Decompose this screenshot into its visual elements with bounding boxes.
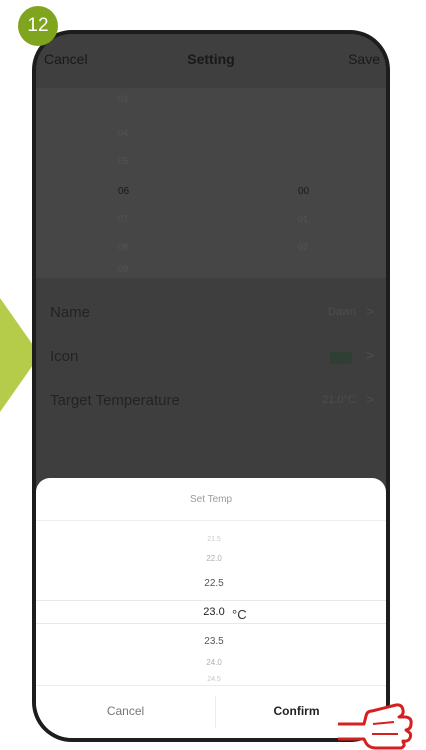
- temp-option[interactable]: 24.0: [194, 658, 234, 667]
- minute-option[interactable]: 02: [298, 242, 308, 252]
- time-picker[interactable]: 03 04 05 06 00 07 01 08 02 09: [36, 88, 386, 278]
- minute-option[interactable]: 01: [298, 214, 308, 224]
- temp-option[interactable]: 21.5: [194, 536, 234, 543]
- hour-option[interactable]: 09: [118, 264, 128, 274]
- chevron-right-icon: >: [365, 347, 374, 363]
- scene-icon: [330, 352, 352, 364]
- divider: [36, 520, 386, 521]
- pointing-hand-icon: [338, 703, 413, 750]
- sheet-cancel-button[interactable]: Cancel: [36, 704, 215, 718]
- temp-unit: °C: [232, 607, 247, 622]
- sheet-footer: Cancel Confirm: [36, 685, 386, 738]
- icon-label: Icon: [50, 348, 79, 365]
- target-temperature-value: 21.0°C: [322, 394, 356, 406]
- hour-option[interactable]: 04: [118, 128, 128, 138]
- top-bar: Cancel Setting Save: [36, 34, 386, 88]
- temp-option-selected[interactable]: 23.0: [194, 606, 234, 618]
- sheet-title: Set Temp: [189, 494, 233, 505]
- chevron-right-icon: >: [365, 391, 374, 407]
- name-row[interactable]: Name Dawn >: [36, 294, 386, 334]
- hour-option[interactable]: 03: [118, 94, 128, 104]
- target-temperature-label: Target Temperature: [50, 392, 180, 409]
- save-button[interactable]: Save: [348, 51, 380, 67]
- name-label: Name: [50, 304, 91, 321]
- minute-option-selected[interactable]: 00: [298, 186, 309, 197]
- name-value: Dawn: [327, 306, 356, 318]
- temp-option[interactable]: 24.5: [194, 676, 234, 683]
- step-badge: 12: [18, 6, 58, 46]
- target-temperature-row[interactable]: Target Temperature 21.0°C >: [36, 382, 386, 422]
- temp-option[interactable]: 22.0: [194, 554, 234, 563]
- icon-row[interactable]: Icon >: [36, 338, 386, 378]
- hour-option[interactable]: 08: [118, 242, 128, 252]
- hour-option-selected[interactable]: 06: [118, 186, 129, 197]
- settings-list: Name Dawn > Icon > Target Temperature 21…: [36, 278, 386, 478]
- chevron-right-icon: >: [365, 303, 374, 319]
- page-title: Setting: [187, 51, 235, 67]
- temp-option[interactable]: 23.5: [194, 636, 234, 647]
- phone-frame: Cancel Setting Save 03 04 05 06 00 07 01…: [32, 30, 390, 742]
- hour-option[interactable]: 07: [118, 214, 128, 224]
- temp-option[interactable]: 22.5: [194, 578, 234, 589]
- hour-option[interactable]: 05: [118, 156, 128, 166]
- set-temp-sheet: Set Temp 21.5 22.0 22.5 23.0 °C 23.5 24.…: [36, 478, 386, 738]
